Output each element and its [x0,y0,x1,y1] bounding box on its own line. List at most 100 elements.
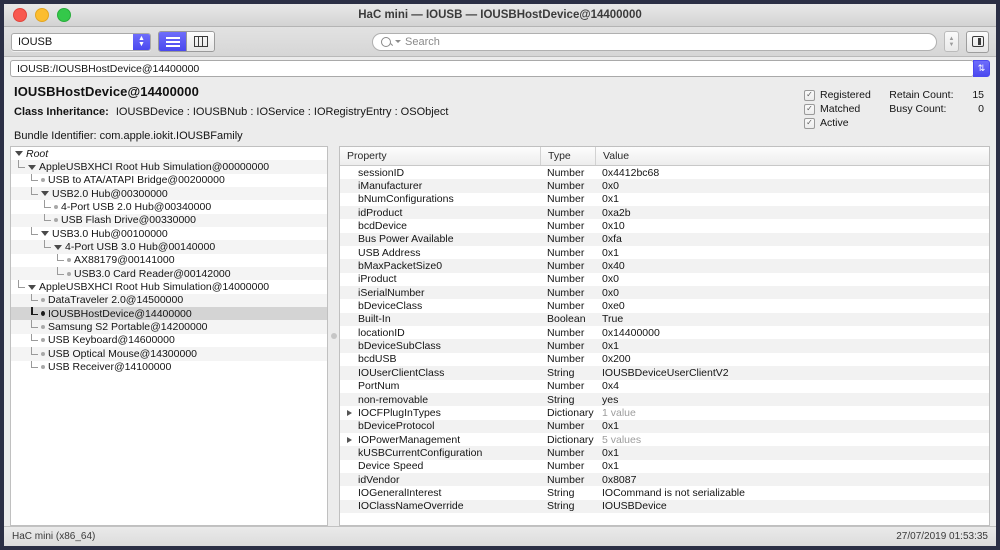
tree-item[interactable]: USB3.0 Hub@00100000 [11,227,327,240]
view-mode-segmented-control[interactable] [158,31,215,52]
property-row[interactable]: bcdDevice Number 0x10 [340,219,989,232]
tree-item[interactable]: IOUSBHostDevice@14400000 [11,307,327,321]
registered-checkbox-icon[interactable]: ✓ [804,89,815,101]
disclosure-triangle-icon[interactable] [28,164,36,170]
tree-item-label: USB Optical Mouse@14300000 [48,347,197,360]
tree-item-label: USB Flash Drive@00330000 [61,214,196,227]
property-row[interactable]: iManufacturer Number 0x0 [340,179,989,193]
tree-item-content: 4-Port USB 2.0 Hub@00340000 [15,200,215,213]
registry-tree[interactable]: Root AppleUSBXHCI Root Hub Simulation@000… [11,147,327,525]
class-inheritance-value: IOUSBDevice : IOUSBNub : IOService : IOR… [115,106,449,118]
property-row[interactable]: IOCFPlugInTypes Dictionary 1 value [340,406,989,419]
flag-active[interactable]: ✓ Active [804,116,879,130]
property-value-cell: 0x14400000 [602,326,660,339]
tree-elbow-connector [41,213,54,227]
disclosure-triangle-icon[interactable] [54,244,62,250]
property-row[interactable]: Built-In Boolean True [340,312,989,327]
tree-item[interactable]: USB Receiver@14100000 [11,360,327,374]
tree-item[interactable]: AppleUSBXHCI Root Hub Simulation@1400000… [11,280,327,293]
tree-elbow-connector [54,253,67,267]
status-machine: HaC mini (x86_64) [12,531,96,542]
property-name-cell: IOCFPlugInTypes [340,406,540,419]
property-row[interactable]: bcdUSB Number 0x200 [340,353,989,366]
tree-item[interactable]: USB Keyboard@14600000 [11,333,327,347]
property-value-cell: 0x4 [602,380,619,393]
column-header-value[interactable]: Value [595,147,989,165]
plane-selector-stepper-icon[interactable]: ▲ ▼ [133,33,150,50]
property-row[interactable]: USB Address Number 0x1 [340,246,989,259]
property-row[interactable]: bDeviceProtocol Number 0x1 [340,419,989,433]
property-row[interactable]: IOClassNameOverride String IOUSBDevice [340,499,989,513]
search-menu-chevron-icon[interactable] [395,40,401,43]
tree-item[interactable]: USB Flash Drive@00330000 [11,213,327,228]
property-row[interactable]: iProduct Number 0x0 [340,273,989,286]
tree-item[interactable]: AX88179@00141000 [11,253,327,267]
property-value-cell: 1 value [602,406,636,419]
disclosure-triangle-icon[interactable] [347,436,352,443]
property-row[interactable]: IOUserClientClass String IOUSBDeviceUserCl… [340,366,989,380]
tree-item-label: AppleUSBXHCI Root Hub Simulation@1400000… [39,281,270,294]
property-row[interactable]: idProduct Number 0xa2b [340,206,989,220]
path-field[interactable]: IOUSB:/IOUSBHostDevice@14400000 [10,60,974,77]
property-row[interactable]: bDeviceClass Number 0xe0 [340,299,989,312]
property-row[interactable]: bMaxPacketSize0 Number 0x40 [340,259,989,273]
disclosure-triangle-icon[interactable] [347,409,352,416]
pane-splitter[interactable] [328,146,339,526]
tree-item[interactable]: 4-Port USB 2.0 Hub@00340000 [11,200,327,213]
flag-matched[interactable]: ✓ Matched [804,102,879,116]
tree-elbow-connector [28,333,41,347]
registry-tree-pane: Root AppleUSBXHCI Root Hub Simulation@000… [10,146,328,526]
minimize-button[interactable] [35,8,49,22]
property-type-cell: Number [547,206,585,219]
path-refresh-button[interactable]: ⇅ [973,60,990,77]
tree-item[interactable]: Root [11,147,327,160]
property-row[interactable]: PortNum Number 0x4 [340,380,989,393]
list-view-button[interactable] [159,32,186,51]
property-row[interactable]: IOGeneralInterest String IOCommand is not … [340,486,989,499]
property-row[interactable]: iSerialNumber Number 0x0 [340,286,989,300]
column-header-property[interactable]: Property [340,147,540,165]
tree-item-content: Root [15,147,52,160]
matched-checkbox-icon[interactable]: ✓ [804,103,815,115]
disclosure-triangle-icon[interactable] [41,191,49,197]
tree-item[interactable]: 4-Port USB 3.0 Hub@00140000 [11,240,327,254]
property-row[interactable]: kUSBCurrentConfiguration Number 0x1 [340,446,989,460]
property-row[interactable]: non-removable String yes [340,392,989,407]
property-row[interactable]: bNumConfigurations Number 0x1 [340,193,989,206]
tree-item[interactable]: DataTraveler 2.0@14500000 [11,293,327,308]
property-row[interactable]: bDeviceSubClass Number 0x1 [340,339,989,353]
tree-item[interactable]: USB to ATA/ATAPI Bridge@00200000 [11,173,327,187]
close-button[interactable] [13,8,27,22]
tree-item[interactable]: USB3.0 Card Reader@00142000 [11,267,327,281]
property-row[interactable]: Device Speed Number 0x1 [340,460,989,473]
zoom-button[interactable] [57,8,71,22]
column-view-icon [193,36,208,47]
tree-item[interactable]: AppleUSBXHCI Root Hub Simulation@0000000… [11,160,327,174]
tree-item[interactable]: USB2.0 Hub@00300000 [11,187,327,201]
disclosure-triangle-icon[interactable] [28,284,36,290]
property-table-body[interactable]: sessionID Number 0x4412bc68 iManufacturer Nu… [340,166,989,525]
column-header-type[interactable]: Type [540,147,595,165]
property-type-cell: Number [547,353,585,366]
sidebar-toggle-button[interactable] [966,30,989,53]
search-field[interactable]: Search [372,32,937,51]
property-row[interactable]: Bus Power Available Number 0xfa [340,232,989,247]
active-checkbox-icon[interactable]: ✓ [804,117,815,129]
tree-elbow-connector [41,200,54,213]
tree-item-content: IOUSBHostDevice@14400000 [15,307,196,320]
toolbar-stepper[interactable]: ▲ ▼ [944,31,959,52]
tree-item[interactable]: USB Optical Mouse@14300000 [11,347,327,361]
splitter-handle-icon[interactable] [330,333,337,339]
property-row[interactable]: IOPowerManagement Dictionary 5 values [340,433,989,446]
tree-elbow-connector [28,187,41,200]
tree-elbow-connector [54,267,67,280]
property-row[interactable]: sessionID Number 0x4412bc68 [340,166,989,179]
column-view-button[interactable] [186,32,214,51]
tree-item[interactable]: Samsung S2 Portable@14200000 [11,320,327,334]
property-row[interactable]: locationID Number 0x14400000 [340,326,989,339]
disclosure-triangle-icon[interactable] [15,151,23,157]
property-row[interactable]: idVendor Number 0x8087 [340,472,989,487]
disclosure-triangle-icon[interactable] [41,231,49,237]
flag-registered[interactable]: ✓ Registered [804,88,879,102]
plane-selector[interactable]: IOUSB ▲ ▼ [11,32,151,51]
